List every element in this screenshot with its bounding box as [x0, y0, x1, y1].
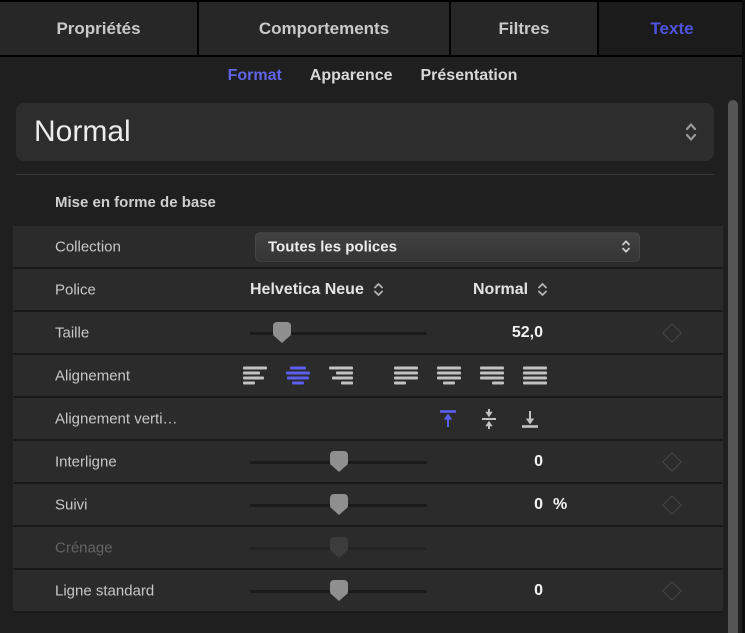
justify-last-center-icon[interactable] [437, 366, 461, 385]
inspector-tab-bar: Propriétés Comportements Filtres Texte [0, 0, 745, 57]
keyframe-diamond-icon[interactable] [662, 452, 682, 472]
row-collection: Collection Toutes les polices [13, 226, 723, 269]
align-right-icon[interactable] [329, 366, 353, 385]
interligne-value[interactable]: 0 [453, 453, 543, 471]
keyframe-diamond-icon[interactable] [662, 495, 682, 515]
vertical-alignment-buttons [436, 409, 542, 429]
suivi-slider[interactable] [250, 494, 427, 516]
collection-popup[interactable]: Toutes les polices [255, 232, 640, 261]
tab-proprietes[interactable]: Propriétés [0, 2, 197, 55]
row-ligne-standard: Ligne standard 0 [13, 570, 723, 613]
slider-thumb[interactable] [330, 494, 348, 507]
keyframe-diamond-icon[interactable] [662, 323, 682, 343]
align-center-icon[interactable] [286, 366, 310, 385]
row-alignement-vertical: Alignement verti… [13, 398, 723, 441]
valign-top-icon[interactable] [436, 409, 460, 429]
font-face-popup[interactable]: Normal [473, 281, 548, 299]
valign-bottom-icon[interactable] [518, 409, 542, 429]
collection-value: Toutes les polices [268, 238, 397, 255]
subtab-format[interactable]: Format [228, 67, 282, 85]
chevron-up-down-icon [537, 281, 548, 298]
taille-slider[interactable] [250, 322, 427, 344]
vertical-scrollbar[interactable] [728, 100, 738, 633]
row-police: Police Helvetica Neue Normal [13, 269, 723, 312]
divider [16, 174, 714, 175]
ligne-standard-label: Ligne standard [55, 582, 154, 599]
crenage-slider [250, 537, 427, 559]
interligne-slider[interactable] [250, 451, 427, 473]
valign-middle-icon[interactable] [477, 409, 501, 429]
text-style-value: Normal [34, 115, 131, 149]
slider-thumb [330, 537, 348, 550]
row-crenage: Crénage [13, 527, 723, 570]
crenage-label: Crénage [55, 539, 113, 556]
row-interligne: Interligne 0 [13, 441, 723, 484]
section-title: Mise en forme de base [55, 194, 216, 211]
subtab-presentation[interactable]: Présentation [421, 67, 518, 85]
row-taille: Taille 52,0 [13, 312, 723, 355]
justify-last-right-icon[interactable] [480, 366, 504, 385]
tab-filtres[interactable]: Filtres [451, 2, 597, 55]
font-family-value: Helvetica Neue [250, 281, 364, 299]
keyframe-diamond-icon[interactable] [662, 581, 682, 601]
ligne-standard-slider[interactable] [250, 580, 427, 602]
align-left-icon[interactable] [243, 366, 267, 385]
format-parameter-list: Collection Toutes les polices Police Hel… [13, 226, 723, 613]
font-face-value: Normal [473, 281, 528, 299]
justify-buttons [394, 366, 547, 385]
taille-label: Taille [55, 324, 89, 341]
chevron-up-down-icon [373, 281, 384, 298]
alignment-buttons [243, 366, 353, 385]
taille-value[interactable]: 52,0 [453, 324, 543, 342]
alignement-vertical-label: Alignement verti… [55, 410, 178, 427]
row-alignement: Alignement [13, 355, 723, 398]
suivi-value[interactable]: 0 [453, 496, 543, 514]
slider-thumb[interactable] [273, 322, 291, 335]
alignement-label: Alignement [55, 367, 130, 384]
chevron-up-down-icon [621, 239, 631, 255]
slider-thumb[interactable] [330, 580, 348, 593]
justify-last-left-icon[interactable] [394, 366, 418, 385]
tab-comportements[interactable]: Comportements [199, 2, 449, 55]
interligne-label: Interligne [55, 453, 117, 470]
suivi-label: Suivi [55, 496, 88, 513]
font-family-popup[interactable]: Helvetica Neue [250, 281, 384, 299]
tab-texte[interactable]: Texte [599, 2, 745, 55]
text-subtab-bar: Format Apparence Présentation [0, 57, 745, 95]
chevron-up-down-icon [684, 121, 698, 143]
justify-all-icon[interactable] [523, 366, 547, 385]
police-label: Police [55, 281, 96, 298]
collection-label: Collection [55, 238, 121, 255]
subtab-apparence[interactable]: Apparence [310, 67, 393, 85]
slider-thumb[interactable] [330, 451, 348, 464]
ligne-standard-value[interactable]: 0 [453, 582, 543, 600]
row-suivi: Suivi 0 % [13, 484, 723, 527]
text-style-popup[interactable]: Normal [16, 103, 714, 161]
suivi-unit: % [553, 496, 567, 514]
